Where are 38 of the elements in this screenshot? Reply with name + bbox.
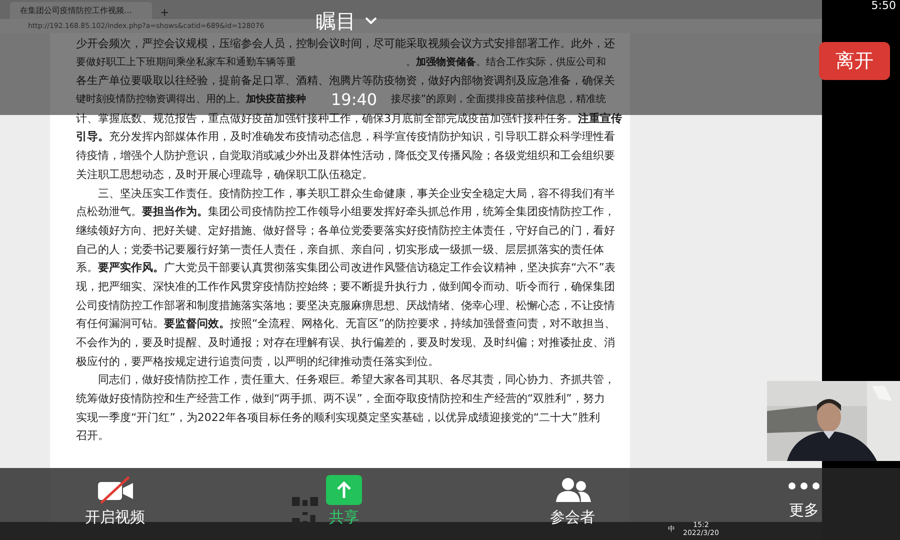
- share-button[interactable]: 共享: [326, 468, 362, 540]
- document-text: 继续领好方向、把好关键、定好措施、做好督导；各单位党委要落实好疫情防控主体责任，守好自己的门，看好: [76, 222, 615, 239]
- document-text: 召开。: [76, 428, 109, 444]
- document-text: 待疫情，增强个人防护意识，自觉取消或减少外出及群体性活动，降低交叉传播风险；各级党组织和工会组织要: [76, 148, 615, 164]
- video-off-icon: [95, 475, 135, 505]
- leave-button[interactable]: 离开: [819, 42, 890, 80]
- document-text: 不会作为的，要及时提醒、及时通报；对存在理解有误、执行偏差的，要及时发现、及时纠偏；对推诿扯皮、消: [76, 335, 615, 351]
- more-button[interactable]: 更多: [788, 468, 820, 540]
- document-text: 计、掌握底数、规范报告，重点做好疫苗加强针接种工作，确保3月底前全部完成疫苗加强针接种任务。注重宣传: [76, 110, 622, 127]
- document-text: 关注职工思想动态，及时开展心理疏导，确保职工队伍稳定。: [76, 166, 373, 183]
- document-text: 现，把严细实、深快准的工作作风贯穿疫情防控始终；要不断提升执行力，做到闻令而动、听令而行，确保集团: [76, 278, 615, 295]
- document-text: 要做好职工上下班期间乘坐私家车和通勤车辆等重: [76, 56, 296, 70]
- document-text: 极应付的，要严格按规定进行追责问责，以严明的纪律推动责任落实到位。: [76, 354, 439, 370]
- meeting-duration: 19:40: [331, 91, 378, 109]
- document-text: 统筹做好疫情防控和生产经营工作，做到“两手抓、两不误”，全面夺取疫情防控和生产经营的“双胜利”，努力: [76, 391, 605, 408]
- document-text: 键时刻疫情防控物资调得出、用的上。加快疫苗接种: [76, 92, 306, 108]
- document-text: 引导。充分发挥内部媒体作用，及时准确发布疫情动态信息，科学宣传疫情防护知识，引导职工群众科学理性看: [76, 129, 615, 146]
- document-text: 接尽接”的原则，全面摸排疫苗接种信息，精准统: [390, 92, 606, 108]
- document-text: 同志们，做好疫情防控工作，责任重大、任务艰巨。希望大家各司其职、各尽其责，同心协力、齐抓共管，: [97, 372, 615, 388]
- document-text: 有任何漏洞可钻。要监督问效。按照“全流程、网格化、无盲区”的防控要求，持续加强督查问责，对不敢担当、: [76, 316, 616, 332]
- document-text: 自己的人；党委书记要履行好第一责任人责任，亲自抓、亲自问，切实形成一级抓一级、层层抓落实的责任体: [76, 242, 604, 258]
- meeting-title[interactable]: 瞩目: [316, 8, 378, 34]
- browser-tab[interactable]: 在集团公司疫情防控工作视频…: [10, 2, 152, 19]
- document-text: 三、坚决压实工作责任。疫情防控工作，事关职工群众生命健康，事关企业安全稳定大局，容不得我们有半: [97, 186, 615, 202]
- document-text: 实现一季度“开门红”，为2022年各项目标任务的顺利实现奠定坚实基础，以优异成绩迎接党的“二十大”胜利: [76, 410, 600, 426]
- chevron-down-icon: [364, 16, 378, 26]
- new-tab-button[interactable]: +: [160, 6, 170, 19]
- video-button[interactable]: 开启视频: [85, 468, 145, 540]
- more-icon: [788, 482, 820, 490]
- document-text: 系。要严实作风。广大党员干部要认真贯彻落实集团公司改进作风暨信访稳定工作会议精神，坚决摈弃“六不”表: [76, 260, 616, 276]
- document-text: 点松劲泄气。要担当作为。集团公司疫情防控工作领导小组要发挥好牵头抓总作用，统筹全集团疫情防控工作，: [76, 204, 615, 220]
- document-text: 各生产单位要吸取以往经验，提前备足口罩、酒精、泡腾片等防疫物资，做好内部物资调剂及应急准备，确保关: [76, 73, 615, 90]
- document-text: 少开会频次，严控会议规模，压缩参会人员，控制会议时间，尽可能采取视频会议方式安排部署工作。此外，还: [76, 36, 615, 52]
- share-icon: [326, 475, 362, 505]
- document-text: 公司疫情防控工作部署和制度措施落实落地；要坚决克服麻痹思想、厌战情绪、侥幸心理、松懈心态，不让疫情: [76, 298, 615, 314]
- participants-button[interactable]: 参会者: [550, 468, 595, 540]
- status-time: 5:50: [871, 0, 896, 12]
- document-text: 。加强物资储备。结合工作实际，供应公司和: [406, 56, 606, 70]
